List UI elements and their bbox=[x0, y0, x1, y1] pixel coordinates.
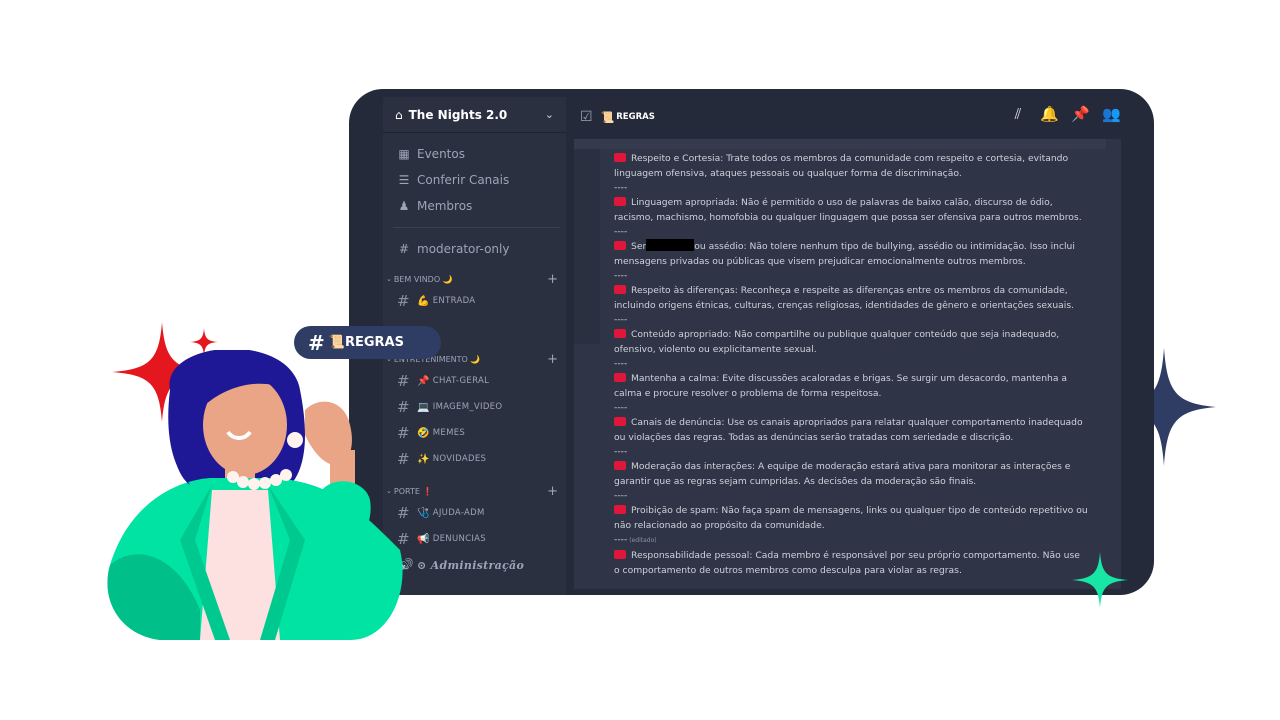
red-square-icon bbox=[614, 417, 626, 426]
rule-item: Linguagem apropriada: Não é permitido o … bbox=[614, 197, 1082, 223]
channel-topbar: ☑ 📜 REGRAS ⫽ 🔔 📌 👥 bbox=[580, 105, 1121, 125]
red-square-icon bbox=[614, 373, 626, 382]
threads-icon[interactable]: ⫽ bbox=[1009, 105, 1027, 123]
rule-item: Respeito às diferenças: Reconheça e resp… bbox=[614, 285, 1075, 311]
add-channel-icon[interactable]: + bbox=[547, 484, 558, 499]
red-square-icon bbox=[614, 329, 626, 338]
channel-moderator-only[interactable]: # moderator-only bbox=[383, 236, 566, 262]
discord-window: ⌂ The Nights 2.0 ⌄ ▦ Eventos ☰ Conferir … bbox=[349, 89, 1154, 595]
sidebar-item-membros[interactable]: ♟ Membros bbox=[383, 193, 566, 219]
main-panel: ☑ 📜 REGRAS ⫽ 🔔 📌 👥 Respeito e Cortesia: … bbox=[566, 89, 1154, 595]
tag-label: REGRAS bbox=[344, 335, 404, 350]
server-header[interactable]: ⌂ The Nights 2.0 ⌄ bbox=[383, 97, 566, 133]
hash-icon: # bbox=[397, 292, 410, 310]
rule-separator: ---- bbox=[614, 490, 628, 501]
server-name: The Nights 2.0 bbox=[408, 107, 508, 122]
channel-entrada[interactable]: # 💪 ENTRADA bbox=[383, 288, 566, 314]
rule-separator: ---- bbox=[614, 358, 628, 369]
add-channel-icon[interactable]: + bbox=[547, 272, 558, 287]
rule-item: Mantenha a calma: Evite discussões acalo… bbox=[614, 373, 1068, 399]
sidebar-item-conferir-canais[interactable]: ☰ Conferir Canais bbox=[383, 167, 566, 193]
members-icon: ♟ bbox=[398, 199, 410, 213]
server-icon: ⌂ bbox=[395, 107, 403, 122]
woman-illustration bbox=[107, 350, 403, 640]
message-side-band bbox=[574, 149, 600, 344]
scroll-emoji: 📜 bbox=[328, 335, 345, 350]
rule-item: Responsabilidade pessoal: Cada membro é … bbox=[614, 550, 1080, 576]
topbar-tools: ⫽ 🔔 📌 👥 bbox=[1009, 105, 1121, 123]
rule-separator: ---- bbox=[614, 446, 628, 457]
rule-separator: ---- (editado) bbox=[614, 534, 657, 545]
sidebar-item-label: Membros bbox=[417, 199, 473, 213]
rule-item: Canais de denúncia: Use os canais apropr… bbox=[614, 417, 1083, 443]
regras-channel-tag: # 📜 REGRAS bbox=[294, 326, 441, 359]
red-square-icon bbox=[614, 505, 626, 514]
rules-message: Respeito e Cortesia: Trate todos os memb… bbox=[614, 151, 1114, 578]
pin-icon[interactable]: 📌 bbox=[1071, 105, 1090, 123]
hash-lock-icon: # bbox=[398, 242, 410, 256]
rule-separator: ---- bbox=[614, 402, 628, 413]
hash-icon: # bbox=[308, 330, 325, 355]
red-square-icon bbox=[614, 153, 626, 162]
green-sparkle bbox=[1072, 552, 1128, 608]
rule-separator: ---- bbox=[614, 182, 628, 193]
rule-item: Ser ou assédio: Não tolere nenhum tipo de… bbox=[614, 239, 1075, 267]
sidebar-item-label: Eventos bbox=[417, 147, 465, 161]
redaction-bar bbox=[646, 239, 695, 251]
red-square-icon bbox=[614, 550, 626, 559]
rules-channel-icon: ☑ bbox=[580, 109, 593, 125]
members-list-icon[interactable]: 👥 bbox=[1102, 105, 1121, 123]
chevron-down-icon[interactable]: ⌄ bbox=[545, 108, 554, 121]
rule-item: Proibição de spam: Não faça spam de mens… bbox=[614, 505, 1088, 531]
channel-title: REGRAS bbox=[616, 112, 655, 122]
calendar-icon: ▦ bbox=[398, 147, 410, 161]
red-square-icon bbox=[614, 285, 626, 294]
sidebar-item-eventos[interactable]: ▦ Eventos bbox=[383, 141, 566, 167]
rule-separator: ---- bbox=[614, 226, 628, 237]
bell-icon[interactable]: 🔔 bbox=[1040, 105, 1059, 123]
message-top-band bbox=[574, 139, 1106, 149]
chevron-down-icon: ⌄ bbox=[386, 275, 392, 283]
channel-label: moderator-only bbox=[417, 242, 510, 256]
sidebar-item-label: Conferir Canais bbox=[417, 173, 510, 187]
add-channel-icon[interactable]: + bbox=[547, 352, 558, 367]
red-square-icon bbox=[614, 241, 626, 250]
rule-separator: ---- bbox=[614, 270, 628, 281]
red-square-icon bbox=[614, 461, 626, 470]
browse-channels-icon: ☰ bbox=[398, 173, 410, 187]
rule-item: Respeito e Cortesia: Trate todos os memb… bbox=[614, 153, 1069, 179]
category-bem-vindo[interactable]: ⌄ BEM VINDO 🌙 + bbox=[383, 270, 566, 288]
rule-item: Conteúdo apropriado: Não compartilhe ou … bbox=[614, 329, 1060, 355]
divider bbox=[393, 227, 560, 228]
edited-label: (editado) bbox=[629, 537, 657, 544]
red-square-icon bbox=[614, 197, 626, 206]
message-area: Respeito e Cortesia: Trate todos os memb… bbox=[574, 139, 1121, 589]
rule-item: Moderação das interações: A equipe de mo… bbox=[614, 461, 1071, 487]
rule-separator: ---- bbox=[614, 314, 628, 325]
